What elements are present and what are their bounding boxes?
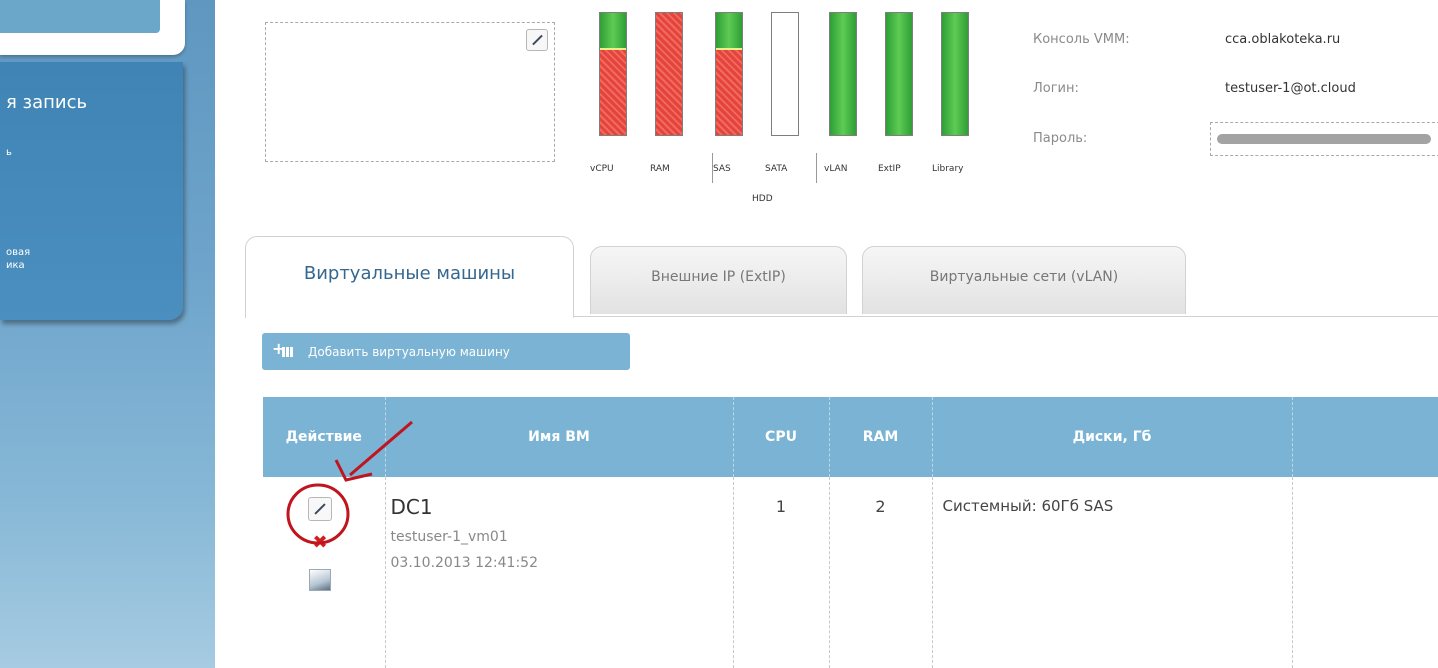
col-header-ram[interactable]: RAM — [829, 397, 933, 477]
hdd-group-bracket — [712, 153, 817, 183]
resource-bar-free — [942, 13, 968, 135]
resource-bar-library — [941, 12, 969, 136]
vm-extra-cell — [1292, 477, 1438, 668]
resource-bar-extip — [885, 12, 913, 136]
resource-bar-used — [716, 48, 742, 135]
col-header-vm-name[interactable]: Имя ВМ — [385, 397, 734, 477]
vm-name-cell: DC1 testuser-1_vm01 03.10.2013 12:41:52 — [385, 477, 734, 668]
sidebar-item-1[interactable]: ь — [6, 147, 12, 158]
password-mask — [1217, 134, 1431, 144]
table-header-row: Действие Имя ВМ CPU RAM Диски, Гб — [263, 397, 1438, 477]
left-sidebar: я запись ь овая ика — [0, 0, 215, 668]
sidebar-item-2-line1[interactable]: овая — [6, 247, 30, 258]
vm-table: Действие Имя ВМ CPU RAM Диски, Гб ✖ DC1 … — [263, 397, 1438, 668]
resource-bar-label-vlan: vLAN — [824, 164, 848, 174]
resource-bar-vcpu — [599, 12, 627, 136]
edit-description-icon[interactable] — [526, 29, 548, 51]
resource-bar-ram — [655, 12, 683, 136]
table-row: ✖ DC1 testuser-1_vm01 03.10.2013 12:41:5… — [263, 477, 1438, 668]
resource-bar-free — [830, 13, 856, 135]
password-field[interactable] — [1210, 122, 1438, 156]
resource-bar-vlan — [829, 12, 857, 136]
resource-bar-used — [656, 13, 682, 135]
account-heading: я запись — [6, 92, 88, 113]
login-value: testuser-1@ot.cloud — [1225, 81, 1356, 96]
resource-bar-label-vcpu: vCPU — [590, 164, 614, 174]
resource-bar-label-extip: ExtIP — [878, 164, 901, 174]
tab-virtual-machines[interactable]: Виртуальные машины — [245, 236, 574, 318]
add-vm-button[interactable]: Добавить виртуальную машину — [262, 333, 630, 370]
vmm-console-value[interactable]: cca.oblakoteka.ru — [1225, 32, 1340, 47]
description-box — [265, 22, 555, 162]
account-panel: я запись ь овая ика — [0, 62, 183, 320]
delete-vm-icon[interactable]: ✖ — [311, 534, 329, 552]
resource-bar-label-ram: RAM — [650, 164, 670, 174]
vm-disks: Системный: 60Гб SAS — [932, 477, 1293, 668]
resource-bar-used — [600, 48, 626, 135]
vm-ram: 2 — [829, 477, 933, 668]
resource-bar-free — [600, 13, 626, 50]
sidebar-top-box — [0, 0, 185, 55]
tab-external-ip[interactable]: Внешние IP (ExtIP) — [590, 246, 847, 314]
col-header-cpu[interactable]: CPU — [733, 397, 830, 477]
add-vm-icon — [272, 339, 296, 360]
resource-bar-sata — [771, 12, 799, 136]
vm-cpu: 1 — [733, 477, 830, 668]
tab-divider — [574, 316, 1438, 317]
hdd-group-label: HDD — [752, 194, 773, 204]
resource-bar-label-library: Library — [932, 164, 964, 174]
vm-created: 03.10.2013 12:41:52 — [390, 555, 539, 571]
vm-name: DC1 — [390, 495, 433, 519]
password-label: Пароль: — [1033, 131, 1088, 146]
console-screenshot-icon[interactable] — [309, 569, 331, 591]
action-cell: ✖ — [263, 477, 386, 668]
resource-bar-free — [886, 13, 912, 135]
edit-vm-icon[interactable] — [308, 497, 332, 521]
sidebar-item-2-line2[interactable]: ика — [6, 260, 25, 271]
col-header-disks[interactable]: Диски, Гб — [932, 397, 1293, 477]
add-vm-label: Добавить виртуальную машину — [308, 344, 510, 359]
vmm-console-label: Консоль VMM: — [1033, 32, 1130, 47]
resource-bar-free — [716, 13, 742, 50]
login-label: Логин: — [1033, 81, 1079, 96]
tab-virtual-networks[interactable]: Виртуальные сети (vLAN) — [862, 246, 1186, 314]
vm-id: testuser-1_vm01 — [390, 529, 508, 545]
col-header-extra — [1292, 397, 1438, 477]
sidebar-top-button[interactable] — [0, 0, 160, 33]
col-header-action: Действие — [263, 397, 386, 477]
resource-bar-sas — [715, 12, 743, 136]
